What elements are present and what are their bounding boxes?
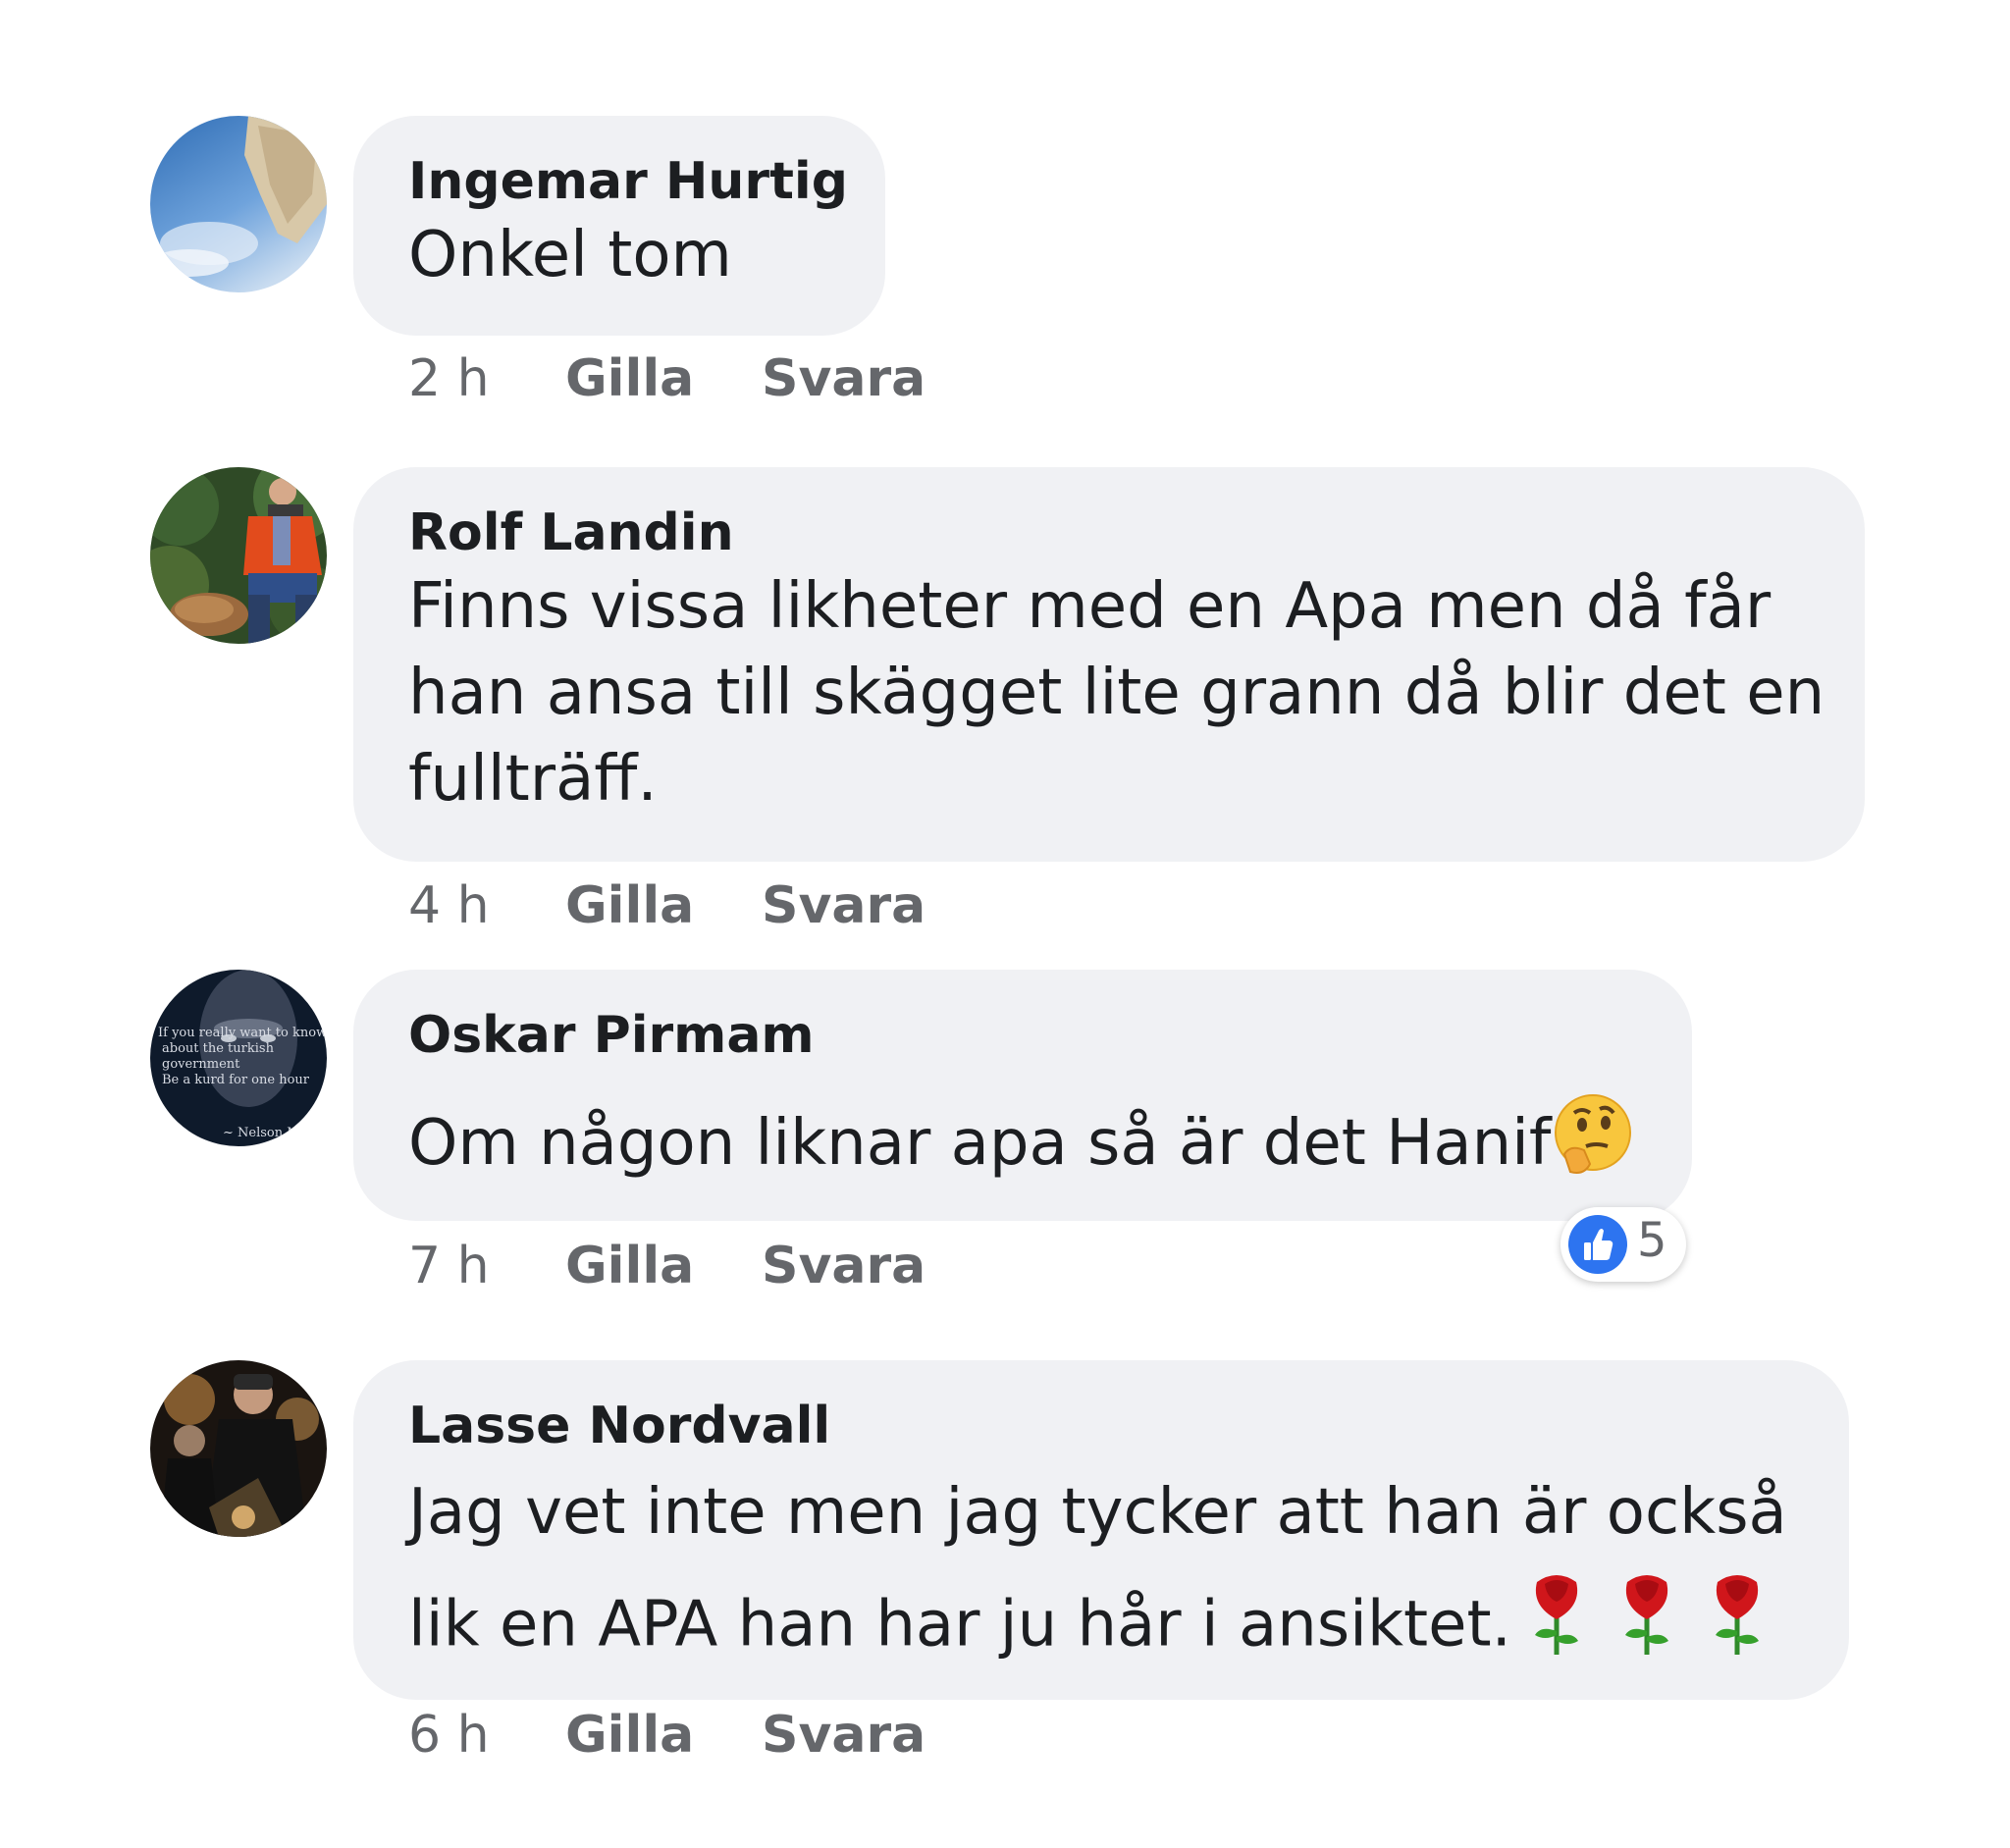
author-name[interactable]: Lasse Nordvall: [408, 1396, 1794, 1456]
like-button[interactable]: Gilla: [565, 1237, 762, 1295]
timestamp[interactable]: 4 h: [408, 876, 565, 935]
author-name[interactable]: Rolf Landin: [408, 502, 1810, 563]
avatar[interactable]: [150, 1360, 327, 1537]
comment-text: Finns vissa likheter med en Apa men då f…: [408, 563, 1825, 822]
author-name[interactable]: Ingemar Hurtig: [408, 151, 848, 212]
timestamp[interactable]: 2 h: [408, 349, 565, 408]
avatar[interactable]: If you really want to know about the tur…: [150, 970, 327, 1146]
comment-bubble: Lasse Nordvall Jag vet inte men jag tyck…: [353, 1360, 1849, 1700]
avatar-quote-line: about the turkish: [162, 1041, 275, 1056]
comment-text: Jag vet inte men jag tycker att han är o…: [408, 1458, 1794, 1690]
avatar-quote-line: Be a kurd for one hour: [162, 1073, 310, 1087]
comment-actions: 2 h Gilla Svara: [408, 349, 926, 408]
reply-button[interactable]: Svara: [762, 876, 926, 935]
like-button[interactable]: Gilla: [565, 349, 762, 408]
avatar-image: [150, 1360, 327, 1537]
thumbs-up-icon: [1568, 1215, 1627, 1274]
avatar-quote-line: government: [162, 1057, 240, 1072]
avatar-image: [150, 116, 327, 292]
thinking-face-icon: [1551, 1093, 1635, 1200]
reply-button[interactable]: Svara: [762, 349, 926, 408]
reaction-summary[interactable]: 5: [1560, 1207, 1686, 1282]
reaction-count: 5: [1637, 1213, 1667, 1268]
comment-actions: 4 h Gilla Svara: [408, 876, 926, 935]
comment-line: Finns vissa likheter med en Apa men då f…: [408, 570, 1772, 643]
comment-bubble: Rolf Landin Finns vissa likheter med en …: [353, 467, 1865, 862]
avatar-quote-line: If you really want to know: [158, 1026, 327, 1040]
avatar-quote-line: ~ Nelson M: [223, 1126, 300, 1140]
comment-bubble: Ingemar Hurtig Onkel tom: [353, 116, 885, 336]
comment-line: Jag vet inte men jag tycker att han är o…: [408, 1476, 1787, 1549]
comment-bubble: Oskar Pirmam Om någon liknar apa så är d…: [353, 970, 1692, 1221]
reply-button[interactable]: Svara: [762, 1706, 926, 1765]
comment-line: han ansa till skägget lite grann då blir…: [408, 657, 1825, 729]
comment-line: Om någon liknar apa så är det Hanif: [408, 1107, 1552, 1181]
rose-icon: [1511, 1566, 1602, 1690]
comment-actions: 6 h Gilla Svara: [408, 1706, 926, 1765]
author-name[interactable]: Oskar Pirmam: [408, 1005, 1637, 1066]
comment-actions: 7 h Gilla Svara: [408, 1237, 926, 1295]
avatar[interactable]: [150, 116, 327, 292]
comment-text: Om någon liknar apa så är det Hanif: [408, 1093, 1637, 1200]
like-button[interactable]: Gilla: [565, 876, 762, 935]
reply-button[interactable]: Svara: [762, 1237, 926, 1295]
timestamp[interactable]: 7 h: [408, 1237, 565, 1295]
rose-icon: [1602, 1566, 1692, 1690]
comment-text: Onkel tom: [408, 212, 830, 298]
rose-icon: [1692, 1566, 1782, 1690]
avatar-image: [150, 467, 327, 644]
comment-line: lik en APA han har ju hår i ansiktet.: [408, 1588, 1511, 1662]
comment-line-with-emoji: lik en APA han har ju hår i ansiktet.: [408, 1566, 1794, 1690]
timestamp[interactable]: 6 h: [408, 1706, 565, 1765]
avatar[interactable]: [150, 467, 327, 644]
comment-line: Onkel tom: [408, 219, 732, 291]
comment-line: fullträff.: [408, 743, 658, 816]
avatar-image: If you really want to know about the tur…: [150, 970, 327, 1146]
like-button[interactable]: Gilla: [565, 1706, 762, 1765]
